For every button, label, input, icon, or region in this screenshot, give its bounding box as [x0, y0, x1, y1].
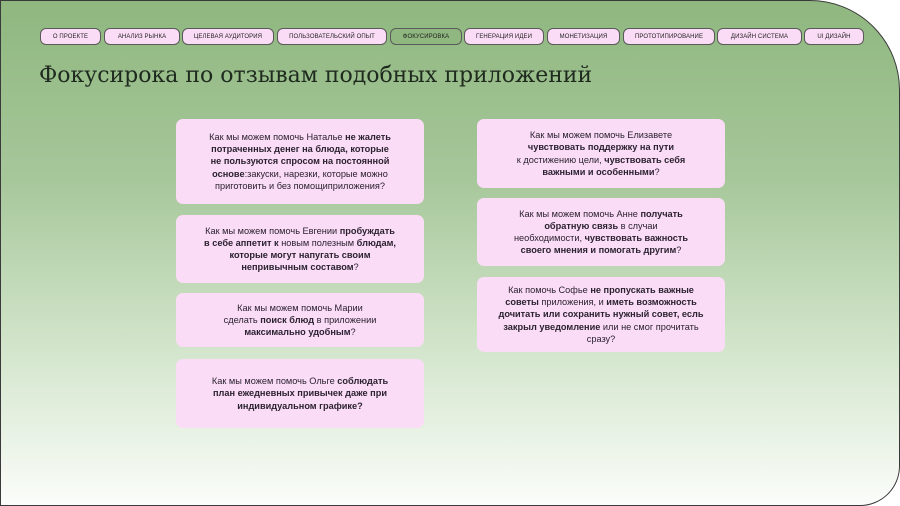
nav-tab-1[interactable]: АНАЛИЗ РЫНКА	[104, 28, 180, 45]
hmw-card: Как мы можем помочь Ольге соблюдать план…	[176, 359, 424, 428]
card-text-segment: ?	[353, 262, 359, 273]
nav-tab-7[interactable]: ПРОТОТИПИРОВАНИЕ	[623, 28, 715, 45]
card-text-segment: или не смог прочитать сразу?	[586, 321, 699, 344]
hmw-card: Как мы можем помочь Елизавете чувствоват…	[477, 119, 725, 188]
hmw-card: Как мы можем помочь Марии сделать поиск …	[176, 293, 424, 347]
card-text-segment: Как мы можем помочь Евгении	[205, 225, 340, 236]
card-text-segment: приложения, и	[538, 297, 607, 308]
card-text-segment: Как мы можем помочь Анне	[519, 208, 641, 219]
card-text: Как мы можем помочь Наталье не жалеть по…	[209, 131, 391, 192]
card-text: Как мы можем помочь Елизавете чувствоват…	[517, 129, 685, 178]
nav-tab-9[interactable]: UI ДИЗАЙН	[804, 28, 864, 45]
card-text-segment: Как мы можем помочь Елизавете	[529, 130, 673, 141]
card-text-bold: максимально удобным	[244, 327, 351, 338]
card-text-segment: Как мы можем помочь Наталье	[209, 131, 346, 142]
card-text-bold: чувствовать поддержку на пути	[527, 142, 675, 153]
hmw-card: Как мы можем помочь Наталье не жалеть по…	[176, 119, 424, 204]
nav-tab-8[interactable]: ДИЗАЙН СИСТЕМА	[717, 28, 802, 45]
card-text: Как мы можем помочь Ольге соблюдать план…	[212, 375, 388, 412]
card-text: Как мы можем помочь Евгении пробуждать в…	[204, 225, 396, 274]
card-text-segment: к достижению цели,	[516, 154, 602, 165]
hmw-card: Как помочь Софье не пропускать важные со…	[477, 277, 725, 352]
card-text-segment: новым полезным	[281, 237, 357, 248]
card-text: Как мы можем помочь Марии сделать поиск …	[224, 302, 377, 339]
hmw-card: Как мы можем помочь Анне получать обратн…	[477, 198, 725, 266]
card-text: Как помочь Софье не пропускать важные со…	[498, 284, 703, 345]
card-text-segment: Как мы можем помочь Ольге	[211, 376, 338, 387]
nav-tab-5[interactable]: ГЕНЕРАЦИЯ ИДЕИ	[464, 28, 544, 45]
nav-tab-0[interactable]: О ПРОЕКТЕ	[40, 28, 101, 45]
card-text-segment: Как помочь Софье	[508, 284, 591, 295]
card-text-segment: ?	[350, 327, 356, 338]
page-title: Фокусирока по отзывам подобных приложени…	[39, 63, 593, 88]
nav-tab-6[interactable]: МОНЕТИЗАЦИЯ	[547, 28, 620, 45]
slide-frame: О ПРОЕКТЕ АНАЛИЗ РЫНКА ЦЕЛЕВАЯ АУДИТОРИЯ ПО…	[0, 0, 900, 506]
card-text-segment: ?	[654, 166, 660, 177]
nav-tab-4[interactable]: ФОКУСИРОВКА	[390, 28, 462, 45]
nav-tab-2[interactable]: ЦЕЛЕВАЯ АУДИТОРИЯ	[182, 28, 274, 45]
hmw-card: Как мы можем помочь Евгении пробуждать в…	[176, 215, 424, 283]
nav-tab-3[interactable]: ПОЛЬЗОВАТЕЛЬСКИЙ ОПЫТ	[277, 28, 387, 45]
card-text-segment: ?	[676, 245, 682, 256]
card-text: Как мы можем помочь Анне получать обратн…	[514, 208, 688, 257]
card-text-segment: в приложении	[316, 314, 377, 325]
card-text-bold: поиск блюд	[260, 314, 315, 325]
